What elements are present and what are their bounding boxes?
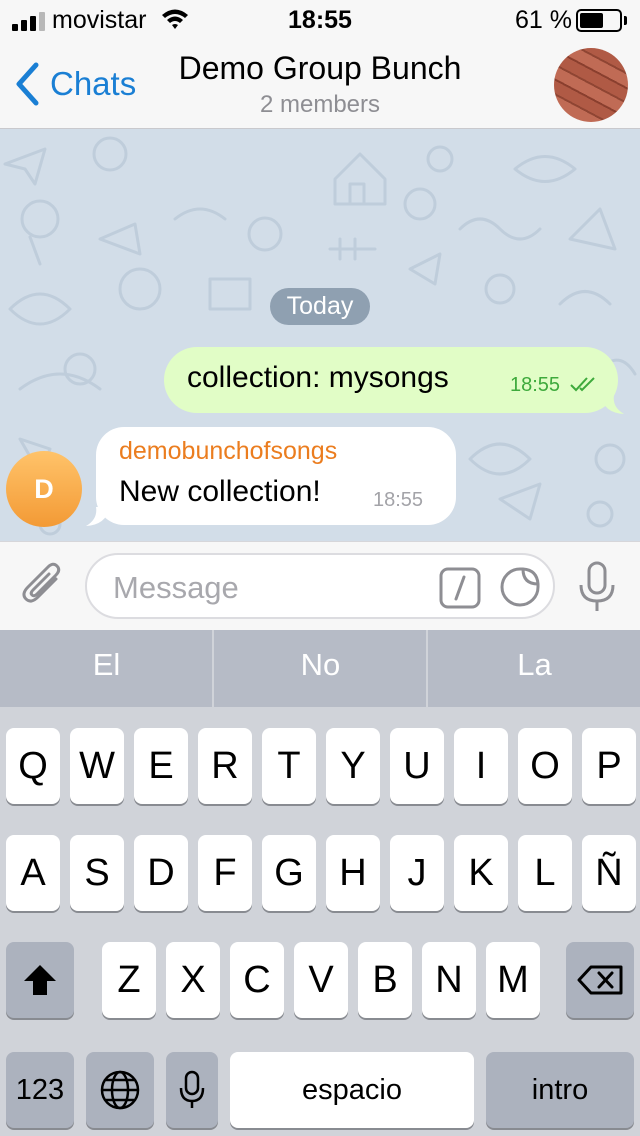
key-b[interactable]: B [358, 942, 412, 1018]
status-bar: movistar 18:55 61 % [0, 0, 640, 40]
sender-name[interactable]: demobunchofsongs [119, 437, 337, 466]
battery-cap [624, 16, 627, 25]
keyboard: El No La QWERTYUIOP ASDFGHJKLÑ ZXCVBNM 1… [0, 630, 640, 1136]
shift-key[interactable] [6, 942, 74, 1018]
key-g[interactable]: G [262, 835, 316, 911]
message-text: New collection! [119, 475, 321, 508]
key-e[interactable]: E [134, 728, 188, 804]
key-c[interactable]: C [230, 942, 284, 1018]
battery-percentage: 61 % [515, 6, 572, 34]
group-avatar[interactable] [554, 48, 628, 122]
key-h[interactable]: H [326, 835, 380, 911]
navigation-bar: Chats Demo Group Bunch 2 members [0, 40, 640, 129]
key-f[interactable]: F [198, 835, 252, 911]
return-key[interactable]: intro [486, 1052, 634, 1128]
suggestion-3[interactable]: La [428, 630, 640, 707]
key-p[interactable]: P [582, 728, 636, 804]
backspace-icon [577, 965, 623, 995]
battery-icon [576, 9, 622, 32]
date-separator: Today [270, 288, 370, 325]
key-r[interactable]: R [198, 728, 252, 804]
key-n[interactable]: N [422, 942, 476, 1018]
bot-command-icon[interactable] [439, 567, 481, 609]
key-d[interactable]: D [134, 835, 188, 911]
key-o[interactable]: O [518, 728, 572, 804]
message-input[interactable]: Message [85, 553, 555, 619]
message-text: collection: mysongs [187, 361, 449, 394]
key-ñ[interactable]: Ñ [582, 835, 636, 911]
suggestion-2[interactable]: No [214, 630, 427, 707]
suggestion-1[interactable]: El [0, 630, 213, 707]
key-y[interactable]: Y [326, 728, 380, 804]
paperclip-icon[interactable] [20, 559, 66, 611]
message-time: 18:55 [510, 374, 561, 396]
key-l[interactable]: L [518, 835, 572, 911]
sender-avatar[interactable]: D [6, 451, 82, 527]
message-time: 18:55 [373, 489, 424, 511]
key-s[interactable]: S [70, 835, 124, 911]
suggestion-bar: El No La [0, 630, 640, 707]
key-m[interactable]: M [486, 942, 540, 1018]
sticker-icon[interactable] [499, 566, 541, 608]
chat-title[interactable]: Demo Group Bunch [0, 50, 640, 87]
key-i[interactable]: I [454, 728, 508, 804]
outgoing-message-bubble[interactable]: collection: mysongs 18:55 [164, 347, 618, 413]
shift-icon [24, 965, 56, 995]
key-x[interactable]: X [166, 942, 220, 1018]
chat-area[interactable]: Today collection: mysongs 18:55 D demobu… [0, 129, 640, 541]
key-k[interactable]: K [454, 835, 508, 911]
message-input-bar: Message [0, 541, 640, 630]
globe-key[interactable] [86, 1052, 154, 1128]
key-q[interactable]: Q [6, 728, 60, 804]
key-j[interactable]: J [390, 835, 444, 911]
outgoing-bubble-tail [600, 395, 624, 414]
microphone-icon [179, 1070, 205, 1108]
member-count: 2 members [259, 91, 381, 118]
battery-fill [580, 13, 603, 28]
key-z[interactable]: Z [102, 942, 156, 1018]
dictation-key[interactable] [166, 1052, 218, 1128]
space-key[interactable]: espacio [230, 1052, 474, 1128]
key-a[interactable]: A [6, 835, 60, 911]
incoming-message-bubble[interactable]: demobunchofsongs New collection! 18:55 [96, 427, 456, 525]
key-t[interactable]: T [262, 728, 316, 804]
key-u[interactable]: U [390, 728, 444, 804]
incoming-bubble-tail [86, 507, 110, 526]
numbers-key[interactable]: 123 [6, 1052, 74, 1128]
message-placeholder: Message [113, 570, 239, 605]
key-v[interactable]: V [294, 942, 348, 1018]
backspace-key[interactable] [566, 942, 634, 1018]
microphone-icon[interactable] [577, 561, 617, 613]
globe-icon [100, 1070, 140, 1110]
key-w[interactable]: W [70, 728, 124, 804]
double-check-icon [570, 377, 595, 392]
